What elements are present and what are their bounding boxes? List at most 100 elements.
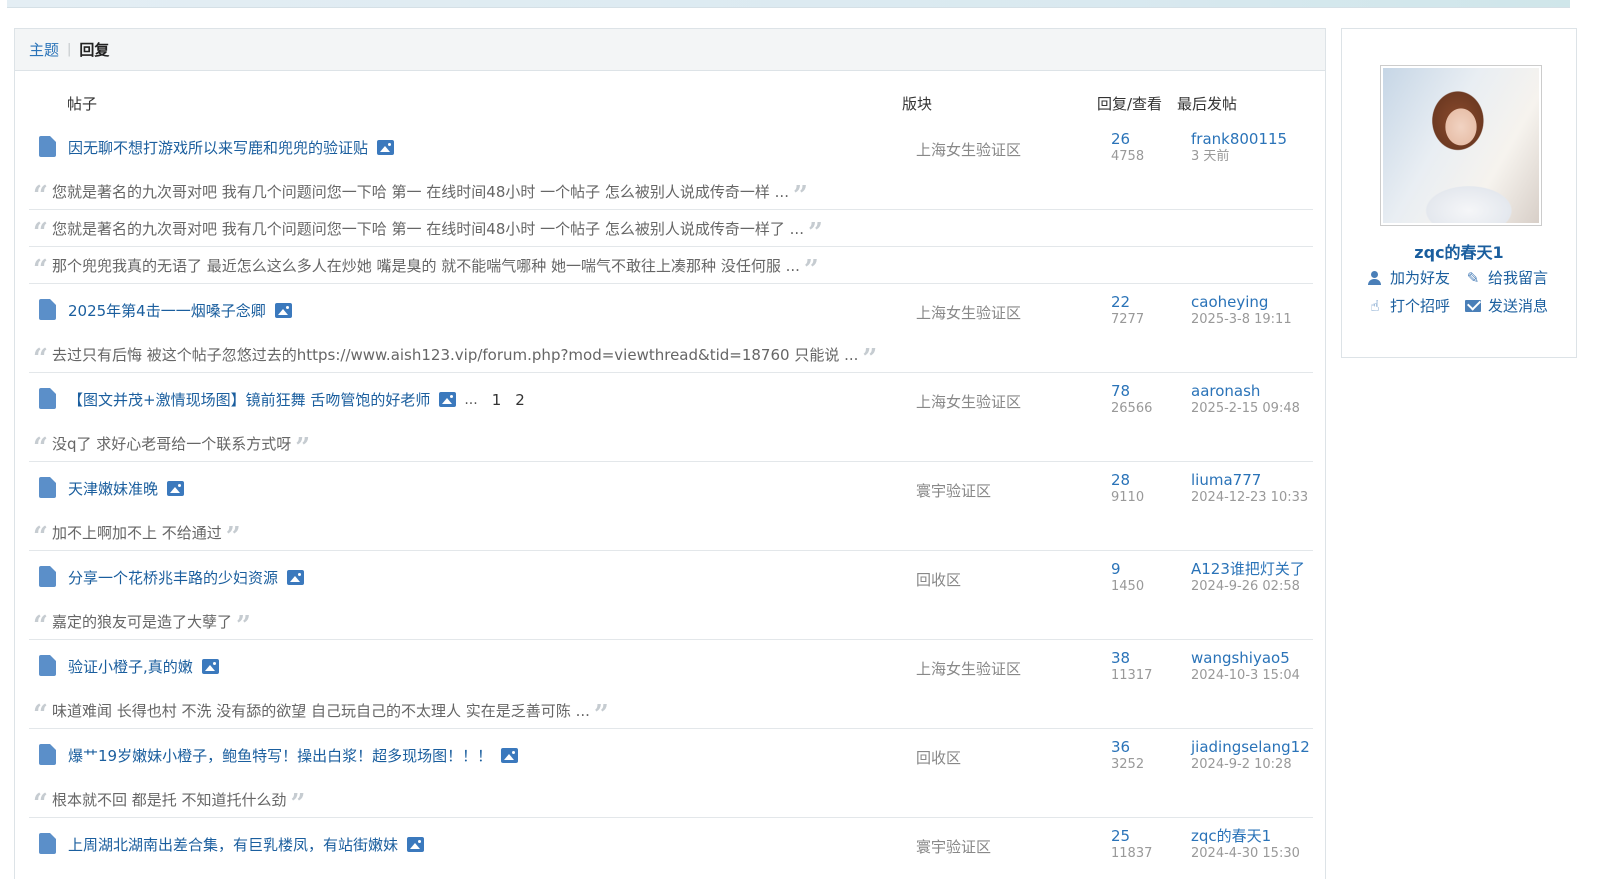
forum-link[interactable]: 回收区: [916, 747, 961, 768]
reply-snippet-link[interactable]: 加不上啊加不上 不给通过: [52, 522, 222, 543]
thread-title-link[interactable]: 【图文并茂+激情现场图】镜前狂舞 舌吻管饱的好老师: [68, 389, 430, 410]
last-post-user[interactable]: liuma777: [1191, 472, 1308, 489]
thread-title-link[interactable]: 天津嫩妹准晚: [68, 478, 158, 499]
reply-snippet-link[interactable]: 嘉定的狼友可是造了大孽了: [52, 611, 232, 632]
thread-stats: 22 7277: [1111, 294, 1144, 328]
view-count: 7277: [1111, 312, 1145, 327]
image-attachment-icon: [501, 748, 519, 763]
last-post-time: 2024-9-26 02:58: [1191, 579, 1300, 594]
page-link[interactable]: 1: [492, 391, 502, 409]
document-icon: [39, 299, 56, 320]
last-post-user[interactable]: A123谁把灯关了: [1191, 561, 1305, 578]
reply-snippet: “去过只有后悔 被这个帖子忽悠过去的https://www.aish123.vi…: [29, 336, 1313, 373]
reply-snippet-link[interactable]: 那个兜兜我真的无语了 最近怎么这么多人在炒她 嘴是臭的 就不能喘气哪种 她一喘气…: [52, 255, 800, 276]
thread-row: 2025年第4击一一烟嗓子念卿 上海女生验证区 22 7277 caoheying 202…: [29, 284, 1313, 336]
reply-snippet-link[interactable]: 您就是著名的九次哥对吧 我有几个问题问您一下哈 第一 在线时间48小时 一个帖子…: [52, 181, 789, 202]
last-post-user[interactable]: wangshiyao5: [1191, 650, 1300, 667]
thread-stats: 38 11317: [1111, 650, 1152, 684]
thread-title-wrap: 【图文并茂+激情现场图】镜前狂舞 舌吻管饱的好老师... 1 2: [68, 389, 525, 410]
quote-close-icon: ”: [862, 344, 878, 373]
reply-count[interactable]: 28: [1111, 472, 1144, 489]
send-message-label: 发送消息: [1488, 297, 1549, 315]
page-link[interactable]: 2: [515, 391, 525, 409]
document-icon: [39, 388, 56, 409]
last-post-info: caoheying 2025-3-8 19:11: [1191, 294, 1292, 328]
last-post-info: aaronash 2025-2-15 09:48: [1191, 383, 1300, 417]
say-hello-button[interactable]: ☝ 打个招呼: [1366, 295, 1450, 316]
reply-count[interactable]: 26: [1111, 131, 1144, 148]
last-post-info: zqc的春天1 2024-4-30 15:30: [1191, 828, 1300, 862]
thread-title-link[interactable]: 分享一个花桥兆丰路的少妇资源: [68, 567, 278, 588]
thread-title-wrap: 上周湖北湖南出差合集，有巨乳楼凤，有站街嫩妹: [68, 834, 425, 855]
last-post-user[interactable]: aaronash: [1191, 383, 1300, 400]
last-post-user[interactable]: jiadingselang12: [1191, 739, 1310, 756]
avatar-image: [1383, 68, 1539, 223]
quote-open-icon: “: [33, 181, 48, 210]
column-last-post: 最后发帖: [1177, 95, 1238, 113]
thread-title-link[interactable]: 验证小橙子,真的嫩: [68, 656, 193, 677]
thread-row: 分享一个花桥兆丰路的少妇资源 回收区 9 1450 A123谁把灯关了 2024-9-26…: [29, 551, 1313, 603]
quote-open-icon: “: [33, 611, 48, 640]
leave-message-button[interactable]: ✎ 给我留言: [1464, 267, 1548, 288]
thread-title-link[interactable]: 爆艹19岁嫩妹小橙子，鲍鱼特写！操出白浆！超多现场图！！！: [68, 745, 492, 766]
view-count: 11317: [1111, 668, 1153, 683]
view-count: 26566: [1111, 401, 1153, 416]
document-icon: [39, 655, 56, 676]
quote-open-icon: “: [33, 700, 48, 729]
last-post-time: 2024-4-30 15:30: [1191, 846, 1300, 861]
reply-count[interactable]: 78: [1111, 383, 1152, 400]
reply-snippet-link[interactable]: 根本就不回 都是托 不知道托什么劲: [52, 789, 287, 810]
reply-snippet: “那个兜兜我真的无语了 最近怎么这么多人在炒她 嘴是臭的 就不能喘气哪种 她一喘…: [29, 247, 1313, 284]
view-count: 1450: [1111, 579, 1145, 594]
forum-link[interactable]: 上海女生验证区: [916, 139, 1021, 160]
reply-snippet-link[interactable]: 味道难闻 长得也村 不洗 没有舔的欲望 自己玩自己的不太理人 实在是乏善可陈 .…: [52, 700, 590, 721]
profile-username[interactable]: zqc的春天1: [1342, 239, 1576, 263]
last-post-info: frank800115 3 天前: [1191, 131, 1287, 165]
quote-open-icon: “: [33, 344, 48, 373]
tab-replies[interactable]: 回复: [79, 39, 109, 60]
view-count: 9110: [1111, 490, 1145, 505]
thread-title-link[interactable]: 2025年第4击一一烟嗓子念卿: [68, 300, 266, 321]
reply-count[interactable]: 9: [1111, 561, 1144, 578]
quote-close-icon: ”: [593, 700, 609, 729]
quote-open-icon: “: [33, 255, 48, 284]
thread-list: 因无聊不想打游戏所以来写鹿和兜兜的验证贴 上海女生验证区 26 4758 frank80…: [29, 121, 1313, 870]
last-post-user[interactable]: caoheying: [1191, 294, 1292, 311]
last-post-user[interactable]: zqc的春天1: [1191, 828, 1300, 845]
reply-count[interactable]: 22: [1111, 294, 1144, 311]
image-attachment-icon: [439, 392, 457, 407]
forum-link[interactable]: 寰宇验证区: [916, 480, 991, 501]
send-message-button[interactable]: 发送消息: [1464, 295, 1548, 316]
reply-count[interactable]: 25: [1111, 828, 1152, 845]
add-friend-button[interactable]: 加为好友: [1366, 267, 1450, 288]
last-post-time: 2024-10-3 15:04: [1191, 668, 1300, 683]
document-icon: [39, 833, 56, 854]
forum-link[interactable]: 上海女生验证区: [916, 658, 1021, 679]
column-replies-views: 回复/查看: [1097, 95, 1163, 113]
forum-link[interactable]: 回收区: [916, 569, 961, 590]
thread-title-link[interactable]: 因无聊不想打游戏所以来写鹿和兜兜的验证贴: [68, 137, 368, 158]
reply-snippet-link[interactable]: 去过只有后悔 被这个帖子忽悠过去的https://www.aish123.vip…: [52, 344, 858, 365]
tab-topics[interactable]: 主题: [29, 39, 59, 60]
last-post-info: liuma777 2024-12-23 10:33: [1191, 472, 1308, 506]
view-count: 4758: [1111, 149, 1145, 164]
last-post-user[interactable]: frank800115: [1191, 131, 1287, 148]
forum-link[interactable]: 上海女生验证区: [916, 302, 1021, 323]
forum-link[interactable]: 寰宇验证区: [916, 836, 991, 857]
thread-title-link[interactable]: 上周湖北湖南出差合集，有巨乳楼凤，有站街嫩妹: [68, 834, 398, 855]
column-post: 帖子: [67, 95, 98, 113]
thread-title-wrap: 因无聊不想打游戏所以来写鹿和兜兜的验证贴: [68, 137, 395, 158]
last-post-time: 2025-3-8 19:11: [1191, 312, 1292, 327]
reply-snippet-link[interactable]: 没q了 求好心老哥给一个联系方式呀: [52, 433, 291, 454]
last-post-time: 2024-12-23 10:33: [1191, 490, 1309, 505]
reply-count[interactable]: 38: [1111, 650, 1152, 667]
last-post-info: wangshiyao5 2024-10-3 15:04: [1191, 650, 1300, 684]
avatar[interactable]: [1380, 65, 1542, 226]
reply-count[interactable]: 36: [1111, 739, 1144, 756]
forum-link[interactable]: 上海女生验证区: [916, 391, 1021, 412]
quote-close-icon: ”: [792, 181, 808, 210]
table-header: 帖子 版块 回复/查看 最后发帖: [15, 89, 1325, 117]
reply-snippet-link[interactable]: 您就是著名的九次哥对吧 我有几个问题问您一下哈 第一 在线时间48小时 一个帖子…: [52, 218, 804, 239]
thread-row: 因无聊不想打游戏所以来写鹿和兜兜的验证贴 上海女生验证区 26 4758 frank80…: [29, 121, 1313, 173]
thread-title-wrap: 分享一个花桥兆丰路的少妇资源: [68, 567, 305, 588]
